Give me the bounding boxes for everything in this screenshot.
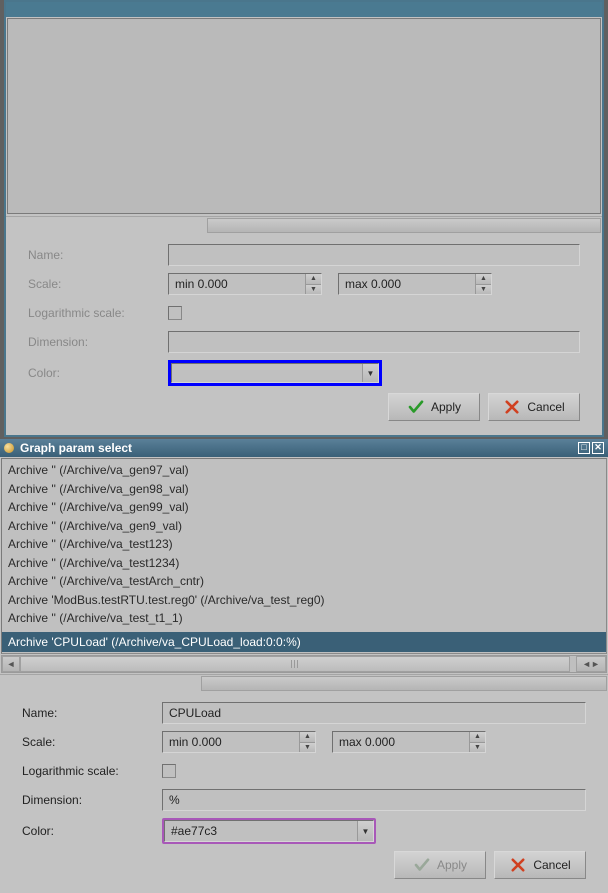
log-scale-checkbox[interactable] xyxy=(162,764,176,778)
color-label: Color: xyxy=(22,824,162,838)
dialog-top: Name: Scale: min 0.000 ▲ ▼ max 0.000 ▲ ▼ xyxy=(4,0,604,437)
scale-label: Scale: xyxy=(22,735,162,749)
scale-max-value: max 0.000 xyxy=(333,732,469,752)
status-bar-bottom xyxy=(0,674,608,692)
chevron-down-icon[interactable]: ▼ xyxy=(362,364,378,382)
list-selected-item[interactable]: Archive 'CPULoad' (/Archive/va_CPULoad_l… xyxy=(2,632,606,652)
scale-max-spinner[interactable]: max 0.000 ▲ ▼ xyxy=(332,731,486,753)
cancel-label: Cancel xyxy=(527,400,564,414)
spin-up-icon[interactable]: ▲ xyxy=(300,732,315,743)
close-icon xyxy=(503,398,521,416)
scale-min-value: min 0.000 xyxy=(169,274,305,294)
apply-label: Apply xyxy=(437,858,467,872)
color-value: #ae77c3 xyxy=(165,821,357,841)
list-item[interactable]: Archive '' (/Archive/va_test_t1_1) xyxy=(8,609,600,628)
list-item[interactable]: Archive '' (/Archive/va_gen97_val) xyxy=(8,461,600,480)
app-icon xyxy=(4,443,14,453)
dialog-bottom: Graph param select □ ✕ Archive '' (/Arch… xyxy=(0,439,608,893)
list-item[interactable]: Archive '' (/Archive/va_testArch_cntr) xyxy=(8,572,600,591)
color-combo[interactable]: ▼ xyxy=(168,360,382,386)
spin-down-icon[interactable]: ▼ xyxy=(476,285,491,295)
spin-up-icon[interactable]: ▲ xyxy=(476,274,491,285)
dimension-input[interactable] xyxy=(168,331,580,353)
status-bar-top xyxy=(6,216,602,234)
name-input[interactable] xyxy=(168,244,580,266)
status-groove xyxy=(207,218,601,233)
maximize-icon[interactable]: □ xyxy=(578,442,590,454)
color-label: Color: xyxy=(28,366,168,380)
scroll-right-icon[interactable]: ◄► xyxy=(576,656,606,672)
apply-button[interactable]: Apply xyxy=(394,851,486,879)
cancel-button[interactable]: Cancel xyxy=(494,851,586,879)
close-window-icon[interactable]: ✕ xyxy=(592,442,604,454)
scroll-left-icon[interactable]: ◄ xyxy=(2,656,20,672)
spin-down-icon[interactable]: ▼ xyxy=(470,743,485,753)
dimension-label: Dimension: xyxy=(22,793,162,807)
scale-min-spinner[interactable]: min 0.000 ▲ ▼ xyxy=(162,731,316,753)
h-scrollbar[interactable]: ◄ ◄► xyxy=(1,655,607,673)
log-scale-label: Logarithmic scale: xyxy=(22,764,162,778)
list-item[interactable]: Archive '' (/Archive/va_gen98_val) xyxy=(8,480,600,499)
scale-min-value: min 0.000 xyxy=(163,732,299,752)
list-item[interactable]: Archive '' (/Archive/va_gen9_val) xyxy=(8,517,600,536)
dimension-input[interactable] xyxy=(162,789,586,811)
spin-up-icon[interactable]: ▲ xyxy=(306,274,321,285)
apply-label: Apply xyxy=(431,400,461,414)
param-list[interactable]: Archive '' (/Archive/va_gen97_val)Archiv… xyxy=(1,458,607,654)
list-item[interactable]: Archive '' (/Archive/va_gen99_val) xyxy=(8,498,600,517)
name-label: Name: xyxy=(28,248,168,262)
spin-up-icon[interactable]: ▲ xyxy=(470,732,485,743)
check-icon xyxy=(407,398,425,416)
cancel-button[interactable]: Cancel xyxy=(488,393,580,421)
name-input[interactable] xyxy=(162,702,586,724)
scale-max-spinner[interactable]: max 0.000 ▲ ▼ xyxy=(338,273,492,295)
list-item[interactable]: Archive 'ModBus.testRTU.test.reg0' (/Arc… xyxy=(8,591,600,610)
list-item[interactable]: Archive '' (/Archive/va_test1234) xyxy=(8,554,600,573)
spin-down-icon[interactable]: ▼ xyxy=(306,285,321,295)
log-scale-checkbox[interactable] xyxy=(168,306,182,320)
color-value xyxy=(172,364,362,382)
dimension-label: Dimension: xyxy=(28,335,168,349)
status-groove xyxy=(201,676,607,691)
apply-button[interactable]: Apply xyxy=(388,393,480,421)
close-icon xyxy=(509,856,527,874)
spin-down-icon[interactable]: ▼ xyxy=(300,743,315,753)
title-bar-bottom[interactable]: Graph param select □ ✕ xyxy=(0,439,608,457)
log-scale-label: Logarithmic scale: xyxy=(28,306,168,320)
window-title: Graph param select xyxy=(20,441,576,455)
title-bar-top[interactable] xyxy=(6,2,602,17)
param-list-empty[interactable] xyxy=(7,18,601,214)
list-item[interactable]: Archive '' (/Archive/va_test123) xyxy=(8,535,600,554)
scroll-thumb[interactable] xyxy=(20,656,570,672)
color-combo[interactable]: #ae77c3 ▼ xyxy=(162,818,376,844)
name-label: Name: xyxy=(22,706,162,720)
check-icon xyxy=(413,856,431,874)
scale-min-spinner[interactable]: min 0.000 ▲ ▼ xyxy=(168,273,322,295)
scale-max-value: max 0.000 xyxy=(339,274,475,294)
scale-label: Scale: xyxy=(28,277,168,291)
cancel-label: Cancel xyxy=(533,858,570,872)
chevron-down-icon[interactable]: ▼ xyxy=(357,821,373,841)
